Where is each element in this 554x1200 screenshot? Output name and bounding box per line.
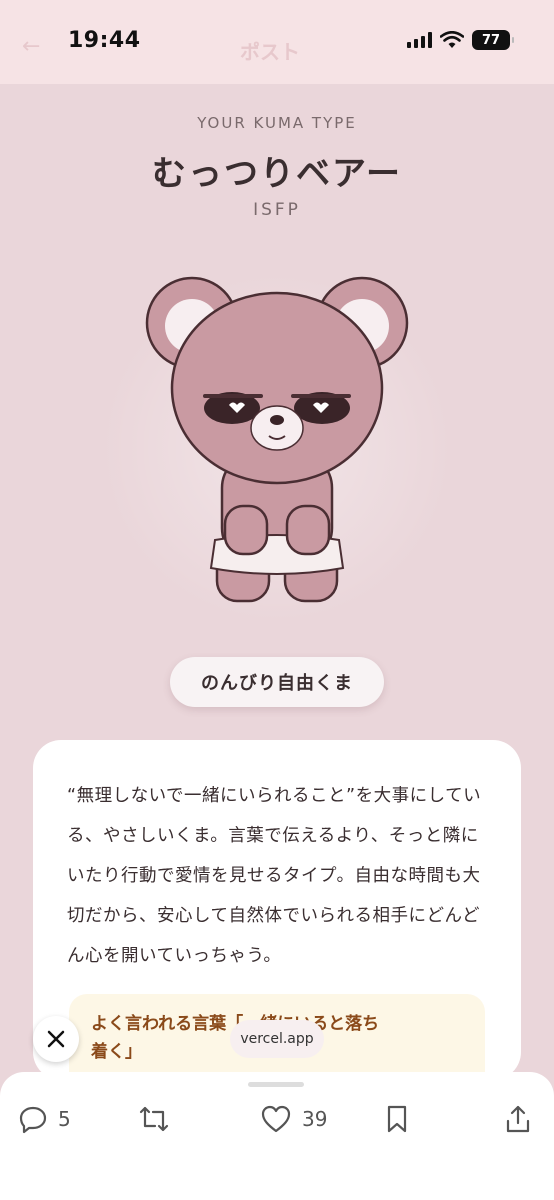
bookmark-icon xyxy=(387,1105,407,1133)
header-title: ポスト xyxy=(240,40,300,64)
repost-icon xyxy=(139,1106,169,1132)
tag-pill[interactable]: のんびり自由くま xyxy=(170,657,384,707)
action-bar: 5 39 xyxy=(0,1072,554,1200)
url-pill[interactable]: vercel.app xyxy=(230,1020,324,1058)
wifi-icon xyxy=(440,31,464,48)
description-text: “無理しないで一緒にいられること”を大事にしている、やさしいくま。言葉で伝えるよ… xyxy=(67,786,482,966)
battery-indicator: 77 xyxy=(472,30,514,50)
like-count: 39 xyxy=(302,1107,328,1131)
reply-icon xyxy=(19,1106,47,1134)
share-icon xyxy=(506,1105,530,1133)
mbti-type: ISFP xyxy=(253,200,301,220)
share-button[interactable] xyxy=(504,1104,532,1134)
reply-button[interactable]: 5 xyxy=(18,1104,71,1134)
kuma-type-label: YOUR KUMA TYPE xyxy=(197,114,357,132)
sheet-handle[interactable] xyxy=(248,1082,304,1087)
like-button[interactable]: 39 xyxy=(260,1104,327,1134)
status-icons: 77 xyxy=(407,30,514,50)
repost-button[interactable] xyxy=(138,1104,170,1134)
signal-icon xyxy=(407,32,432,48)
status-time: 19:44 xyxy=(68,28,141,53)
like-icon xyxy=(261,1105,291,1133)
bookmark-button[interactable] xyxy=(384,1104,410,1134)
close-icon xyxy=(47,1030,65,1048)
kuma-type-name: むっつりベアー xyxy=(152,154,402,194)
back-icon[interactable]: ← xyxy=(22,34,40,59)
close-button[interactable] xyxy=(33,1016,79,1062)
reply-count: 5 xyxy=(58,1107,71,1131)
bear-illustration xyxy=(145,276,409,603)
status-bar: ← ポスト 19:44 77 xyxy=(0,0,554,84)
